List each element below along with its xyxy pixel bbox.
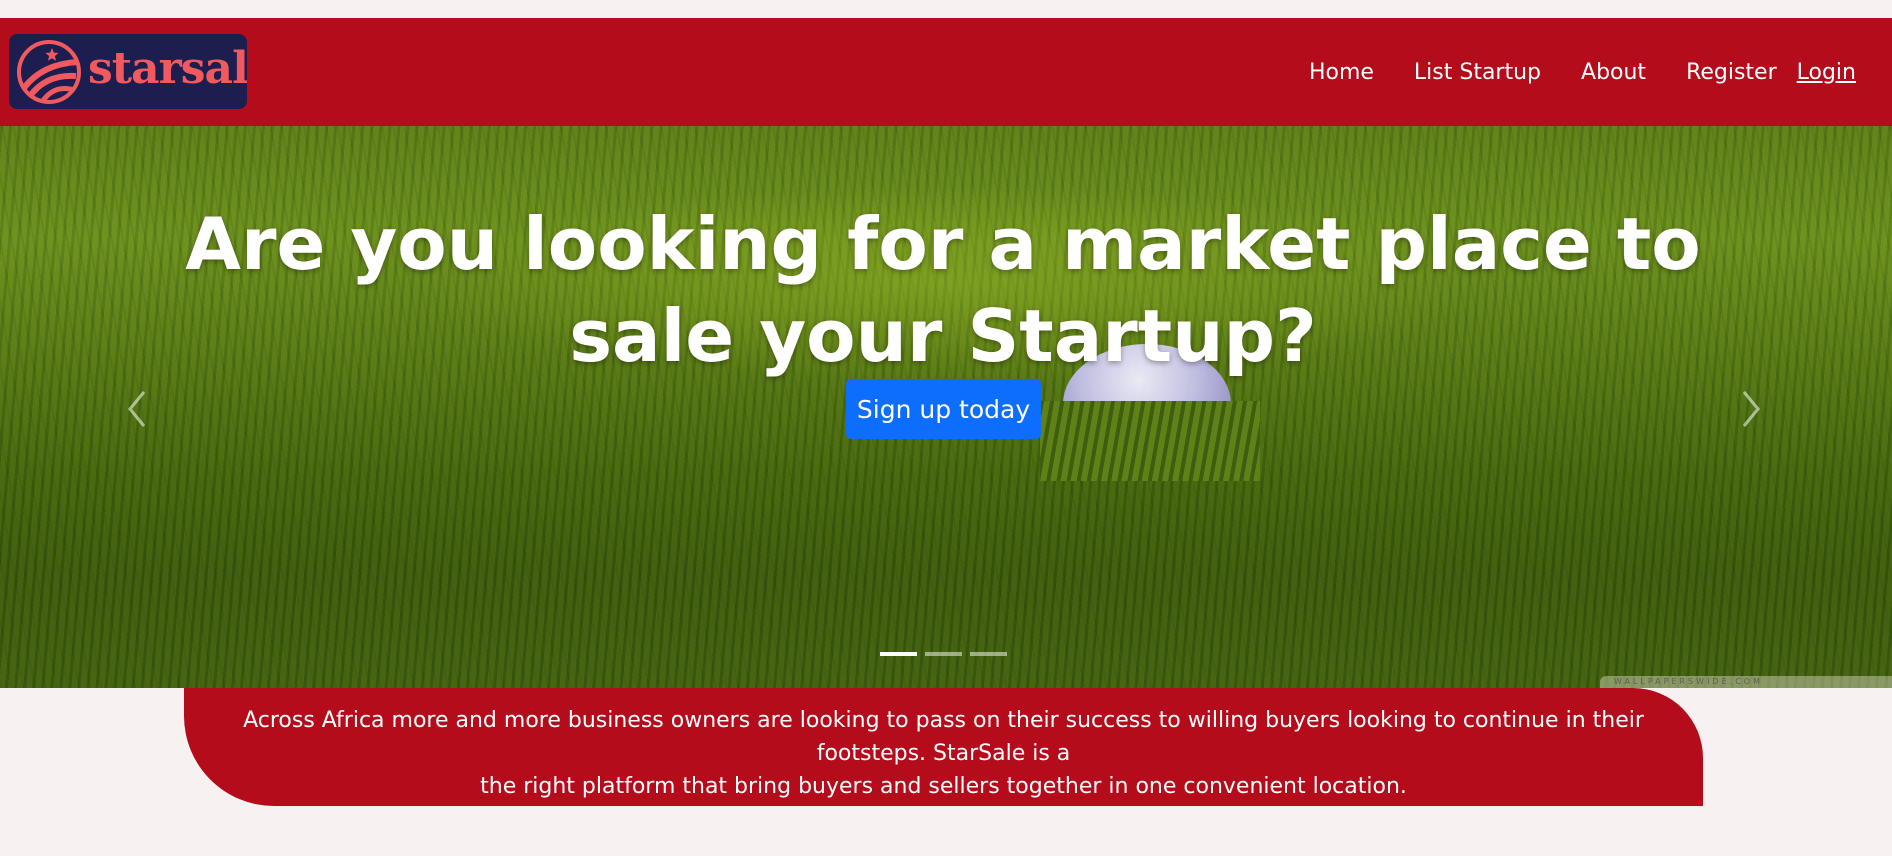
logo-wordmark: starsale <box>88 43 247 94</box>
nav-about[interactable]: About <box>1581 60 1646 85</box>
top-navbar: starsale Home List Startup About Registe… <box>0 18 1892 126</box>
hero-carousel: Are you looking for a market place to sa… <box>0 126 1892 688</box>
starsale-logo[interactable]: starsale <box>9 34 247 109</box>
carousel-prev-button[interactable] <box>118 384 158 434</box>
about-text-line-2: the right platform that bring buyers and… <box>480 774 1407 799</box>
nav-login[interactable]: Login <box>1797 60 1856 85</box>
about-banner: Across Africa more and more business own… <box>184 688 1703 806</box>
nav-register[interactable]: Register <box>1686 60 1777 85</box>
about-text-line-1: Across Africa more and more business own… <box>243 708 1644 766</box>
image-watermark: WALLPAPERSWIDE.COM <box>1600 676 1892 688</box>
hero-title-line-1: Are you looking for a market place to <box>185 202 1701 286</box>
carousel-indicator-3[interactable] <box>970 652 1007 656</box>
sign-up-button[interactable]: Sign up today <box>846 379 1041 439</box>
grass-foreground <box>1040 401 1260 481</box>
carousel-next-button[interactable] <box>1730 384 1770 434</box>
nav-list-startup[interactable]: List Startup <box>1414 60 1541 85</box>
nav-home[interactable]: Home <box>1309 60 1374 85</box>
star-emblem-icon <box>15 38 83 106</box>
main-nav: Home List Startup About Register Login <box>1269 18 1856 126</box>
carousel-indicator-1[interactable] <box>880 652 917 656</box>
hero-title: Are you looking for a market place to sa… <box>0 198 1886 382</box>
chevron-right-icon <box>1742 391 1760 427</box>
chevron-left-icon <box>128 391 146 427</box>
hero-title-line-2: sale your Startup? <box>569 294 1317 378</box>
carousel-indicators <box>880 652 1015 656</box>
carousel-indicator-2[interactable] <box>925 652 962 656</box>
